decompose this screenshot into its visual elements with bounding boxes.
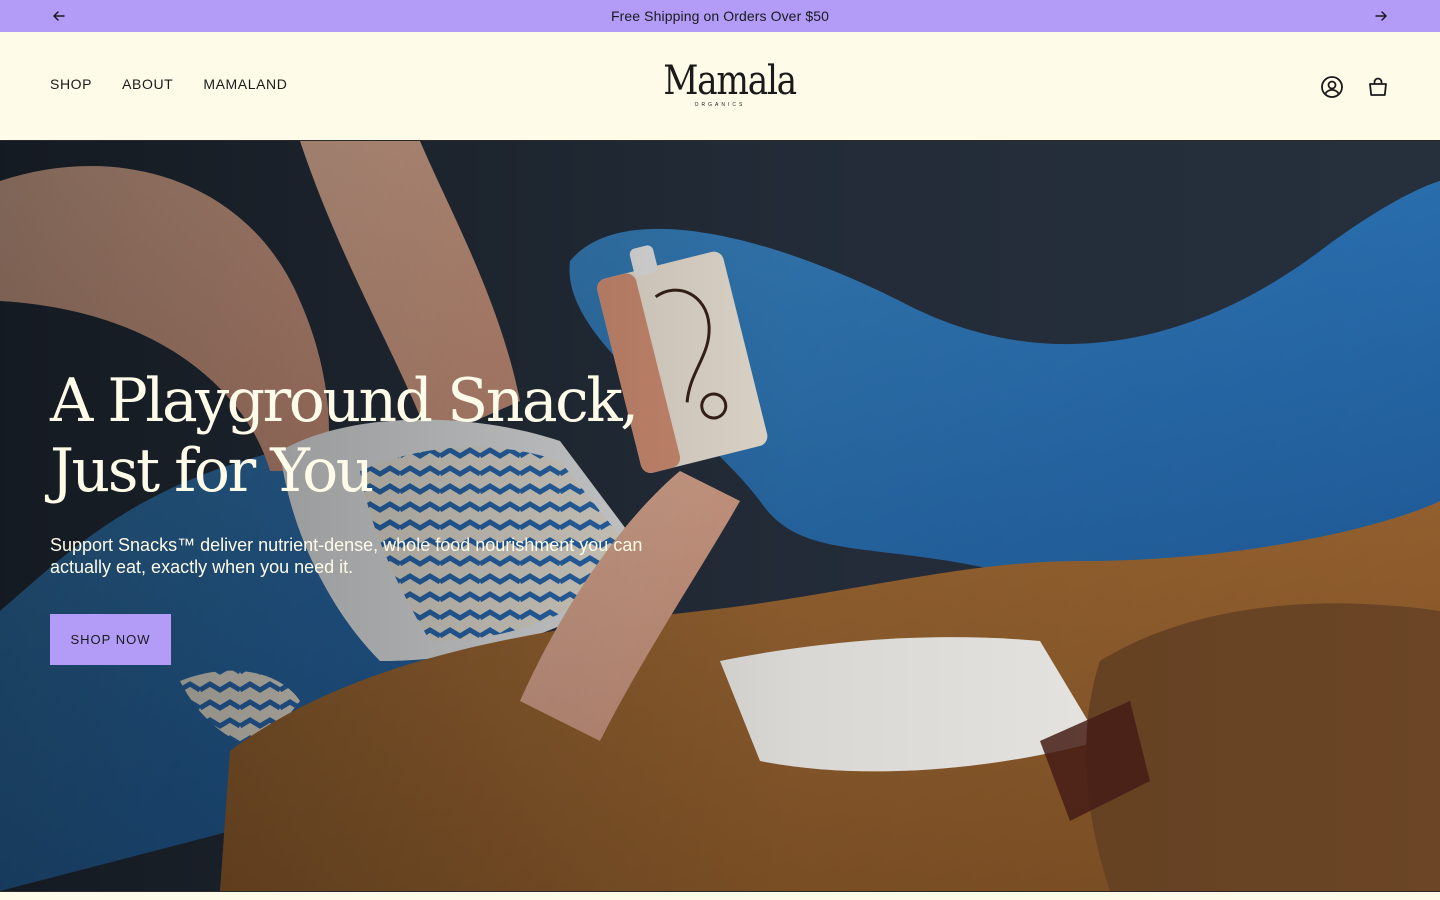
arrow-left-icon[interactable] xyxy=(49,6,69,26)
hero-section: A Playground Snack, Just for You Support… xyxy=(0,141,1440,891)
announcement-bar: Free Shipping on Orders Over $50 xyxy=(0,0,1440,32)
account-icon[interactable] xyxy=(1319,74,1345,100)
nav-mamaland[interactable]: MAMALAND xyxy=(203,76,287,92)
cart-icon[interactable] xyxy=(1365,74,1391,100)
shop-now-button[interactable]: SHOP NOW xyxy=(50,614,171,665)
announcement-text: Free Shipping on Orders Over $50 xyxy=(611,8,829,24)
main-nav: SHOP ABOUT MAMALAND xyxy=(50,76,287,92)
site-header: SHOP ABOUT MAMALAND Mamala ORGANICS xyxy=(0,32,1440,141)
hero-image xyxy=(0,141,1440,891)
nav-shop[interactable]: SHOP xyxy=(50,76,92,92)
site-logo[interactable]: Mamala ORGANICS xyxy=(654,58,797,114)
logo-wordmark: Mamala xyxy=(663,58,797,104)
page-bottom-strip xyxy=(0,891,1440,900)
arrow-right-icon[interactable] xyxy=(1371,6,1391,26)
hero-subtitle: Support Snacks™ deliver nutrient-dense, … xyxy=(50,535,643,577)
nav-about[interactable]: ABOUT xyxy=(122,76,173,92)
hero-title: A Playground Snack, Just for You xyxy=(50,366,639,506)
